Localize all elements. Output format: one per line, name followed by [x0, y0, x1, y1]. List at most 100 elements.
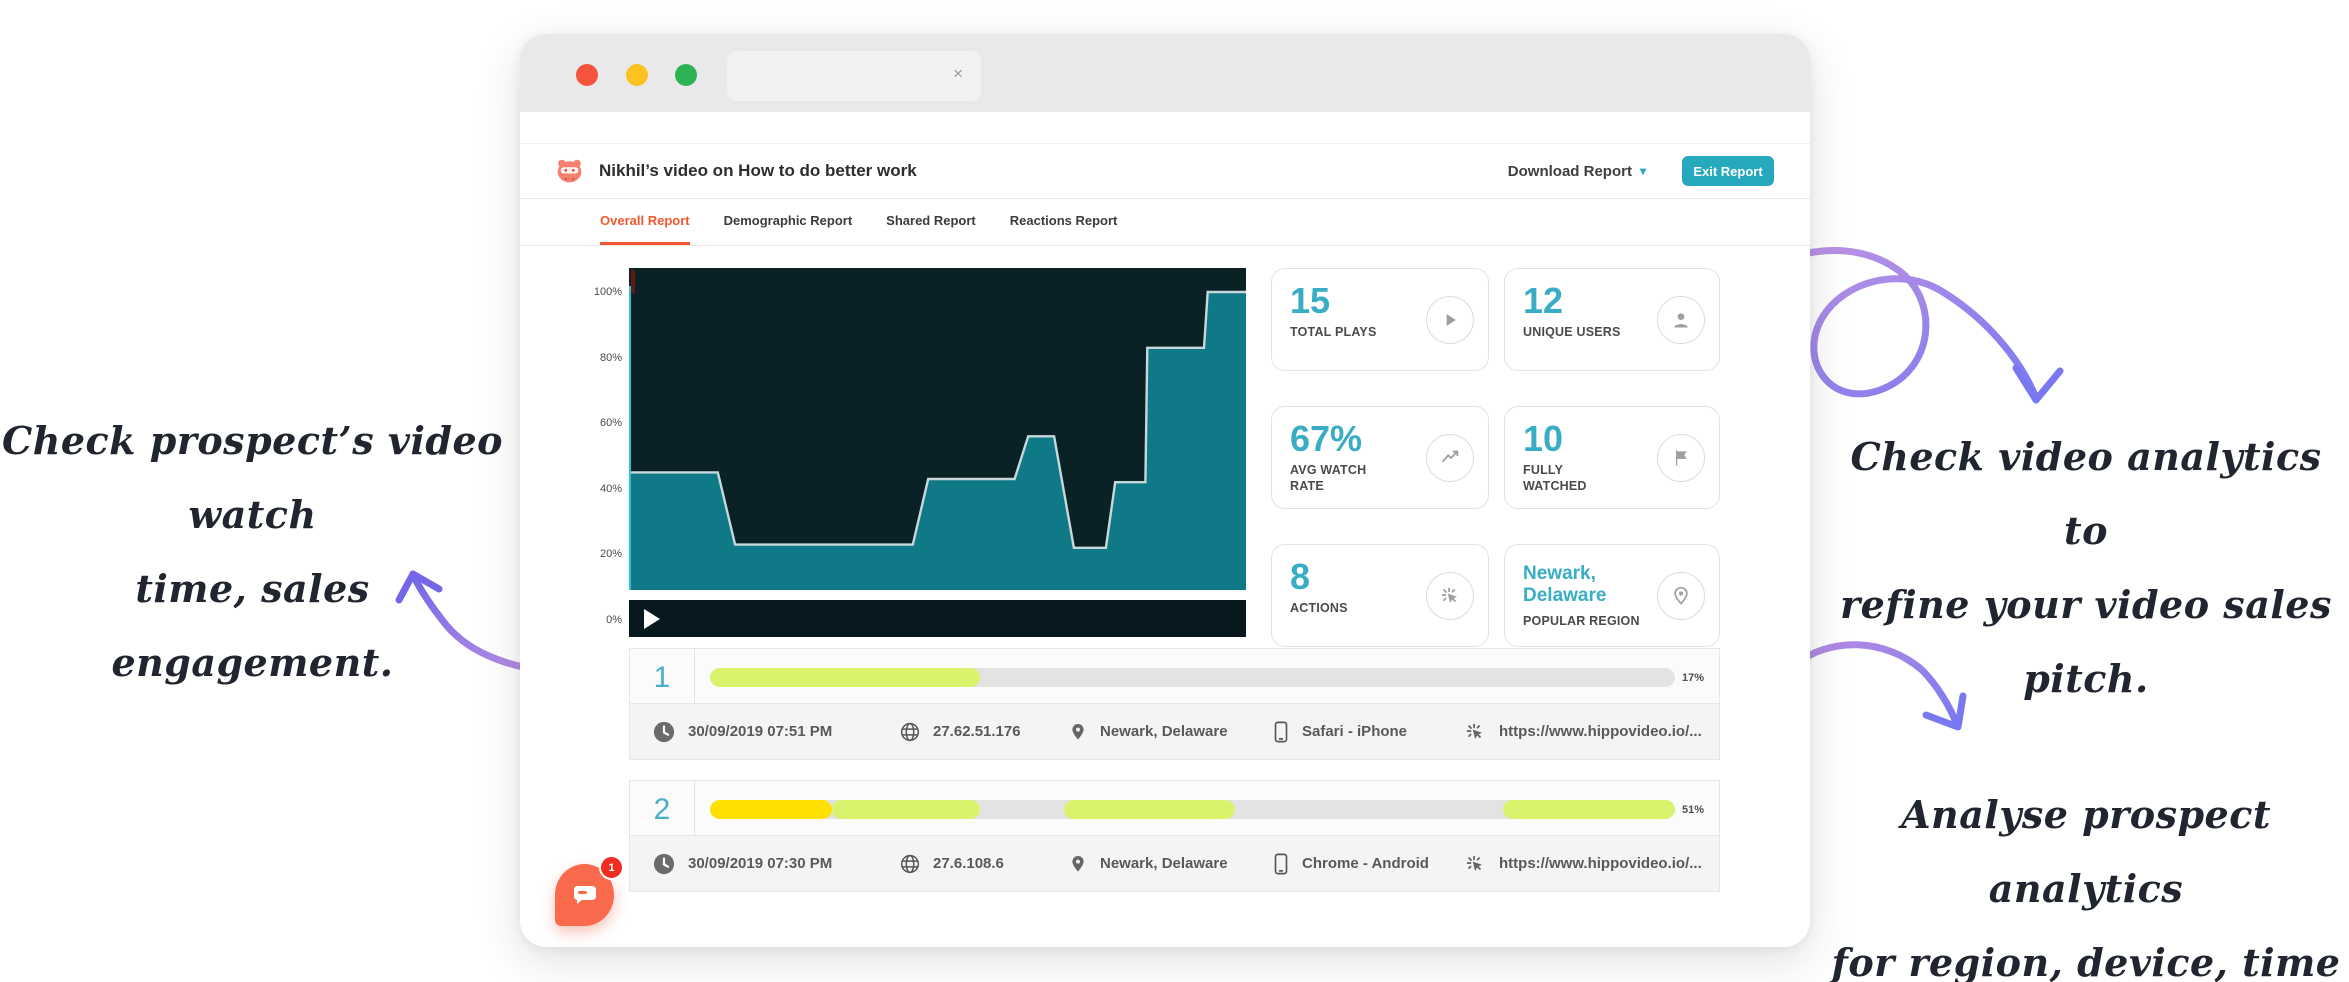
chat-bubble-icon: [571, 883, 599, 907]
annotation-tr-line1: Check video analytics to: [1826, 420, 2346, 568]
session-row-1: 1 17% 30/09/2019 07:51 PM 27.62.51.176 Newar…: [629, 648, 1720, 760]
session-meta-strip: 30/09/2019 07:51 PM 27.62.51.176 Newark, D…: [630, 703, 1719, 759]
stat-card-popular-region: Newark, DelawarePOPULAR REGION: [1504, 544, 1720, 647]
annotation-left-line2: time, sales engagement.: [0, 552, 505, 700]
stats-grid: 15TOTAL PLAYS12UNIQUE USERS67%AVG WATCH …: [1271, 268, 1720, 647]
session-detail-text: Safari - iPhone: [1302, 723, 1407, 740]
stat-card-actions: 8ACTIONS: [1271, 544, 1489, 647]
marketing-screenshot: Check prospect’s video watch time, sales…: [0, 0, 2349, 982]
watch-progress-segment: [1064, 800, 1235, 819]
video-progress-scrubber[interactable]: [629, 590, 1246, 600]
stat-card-fully: 10FULLY WATCHED: [1504, 406, 1720, 509]
session-detail: 30/09/2019 07:30 PM: [653, 836, 832, 891]
phone-icon: [1273, 853, 1289, 875]
report-header: Nikhil’s video on How to do better work …: [520, 143, 1810, 199]
y-tick-label: 60%: [560, 417, 622, 429]
stat-card-total-plays: 15TOTAL PLAYS: [1271, 268, 1489, 371]
session-detail: 27.62.51.176: [900, 704, 1021, 759]
video-watch-heatmap: [629, 268, 1246, 637]
session-detail-text: Newark, Delaware: [1100, 855, 1228, 872]
minimize-window-button[interactable]: [626, 64, 648, 86]
tab-close-icon[interactable]: ×: [953, 64, 963, 84]
session-meta-strip: 30/09/2019 07:30 PM 27.6.108.6 Newark, Del…: [630, 835, 1719, 891]
tab-reactions-report[interactable]: Reactions Report: [1010, 199, 1118, 245]
close-window-button[interactable]: [576, 64, 598, 86]
watch-progress-bar: [710, 800, 1675, 819]
watch-rate-area-chart: [629, 268, 1246, 637]
user-icon: [1657, 296, 1705, 344]
session-bar-section: 2 51%: [630, 781, 1719, 838]
video-control-bar: [629, 600, 1246, 637]
session-detail-text: 27.6.108.6: [933, 855, 1004, 872]
click-icon: [1426, 572, 1474, 620]
session-row-2: 2 51% 30/09/2019 07:30 PM 27.6.108.6 Newark,…: [629, 780, 1720, 892]
globe-icon: [900, 722, 920, 742]
tab-overall-report[interactable]: Overall Report: [600, 199, 690, 245]
session-detail: https://www.hippovideo.io/...: [1464, 836, 1702, 891]
click-icon: [1464, 853, 1486, 875]
pin-icon: [1069, 855, 1087, 873]
session-detail-text: 30/09/2019 07:30 PM: [688, 855, 832, 872]
watch-progress-segment: [1503, 800, 1675, 819]
watch-progress-segment: [710, 668, 980, 687]
watch-progress-segment: [710, 800, 832, 819]
session-bar-section: 1 17%: [630, 649, 1719, 706]
browser-window: × Nikhil’s video on How to do better wor…: [520, 34, 1810, 947]
y-tick-label: 80%: [560, 352, 622, 364]
session-detail-text: 27.62.51.176: [933, 723, 1021, 740]
session-detail: 27.6.108.6: [900, 836, 1004, 891]
exit-report-button[interactable]: Exit Report: [1682, 156, 1774, 186]
tab-shared-report[interactable]: Shared Report: [886, 199, 976, 245]
maximize-window-button[interactable]: [675, 64, 697, 86]
session-detail: Newark, Delaware: [1069, 704, 1228, 759]
annotation-bottom-right: Analyse prospect analytics for region, d…: [1826, 778, 2346, 982]
annotation-left-line1: Check prospect’s video watch: [0, 404, 505, 552]
report-tab-bar: Overall Report Demographic Report Shared R…: [520, 199, 1810, 246]
stat-card-avg-watch: 67%AVG WATCH RATE: [1271, 406, 1489, 509]
annotation-tr-line2: refine your video sales pitch.: [1826, 568, 2346, 716]
session-detail-text[interactable]: https://www.hippovideo.io/...: [1499, 723, 1702, 740]
y-tick-label: 100%: [560, 286, 622, 298]
annotation-br-line1: Analyse prospect analytics: [1826, 778, 2346, 926]
session-index: 1: [630, 649, 695, 706]
chat-notification-badge: 1: [599, 855, 624, 880]
session-detail: Safari - iPhone: [1273, 704, 1407, 759]
browser-chrome-bar: ×: [520, 34, 1810, 112]
watch-progress-bar: [710, 668, 1675, 687]
flag-icon: [1657, 434, 1705, 482]
video-report-title: Nikhil’s video on How to do better work: [599, 161, 917, 181]
pin-outline-icon: [1657, 572, 1705, 620]
stat-card-unique-users: 12UNIQUE USERS: [1504, 268, 1720, 371]
play-button[interactable]: [644, 609, 660, 629]
chart-axis-line: [629, 286, 631, 637]
session-detail-text: Newark, Delaware: [1100, 723, 1228, 740]
tab-demographic-report[interactable]: Demographic Report: [724, 199, 853, 245]
annotation-top-right: Check video analytics to refine your vid…: [1826, 420, 2346, 716]
chevron-down-icon: ▾: [1640, 164, 1646, 178]
play-icon: [1426, 296, 1474, 344]
click-icon: [1464, 721, 1486, 743]
watch-progress-segment: [832, 800, 981, 819]
y-tick-label: 20%: [560, 548, 622, 560]
session-detail-text: 30/09/2019 07:51 PM: [688, 723, 832, 740]
download-report-dropdown[interactable]: Download Report ▾: [1508, 163, 1646, 180]
y-tick-label: 40%: [560, 483, 622, 495]
clock-icon: [653, 721, 675, 743]
session-detail: 30/09/2019 07:51 PM: [653, 704, 832, 759]
clock-icon: [653, 853, 675, 875]
session-index: 2: [630, 781, 695, 838]
session-detail-text[interactable]: https://www.hippovideo.io/...: [1499, 855, 1702, 872]
session-detail: https://www.hippovideo.io/...: [1464, 704, 1702, 759]
download-report-label: Download Report: [1508, 163, 1632, 180]
y-tick-label: 0%: [560, 614, 622, 626]
session-detail: Chrome - Android: [1273, 836, 1429, 891]
chart-marker: [631, 270, 635, 294]
pin-icon: [1069, 723, 1087, 741]
watch-percent-label: 17%: [1682, 649, 1704, 706]
annotation-br-line2: for region, device, time etc.: [1826, 926, 2346, 982]
browser-tab[interactable]: ×: [727, 51, 981, 101]
watch-percent-label: 51%: [1682, 781, 1704, 838]
annotation-left: Check prospect’s video watch time, sales…: [0, 404, 505, 700]
session-detail: Newark, Delaware: [1069, 836, 1228, 891]
globe-icon: [900, 854, 920, 874]
